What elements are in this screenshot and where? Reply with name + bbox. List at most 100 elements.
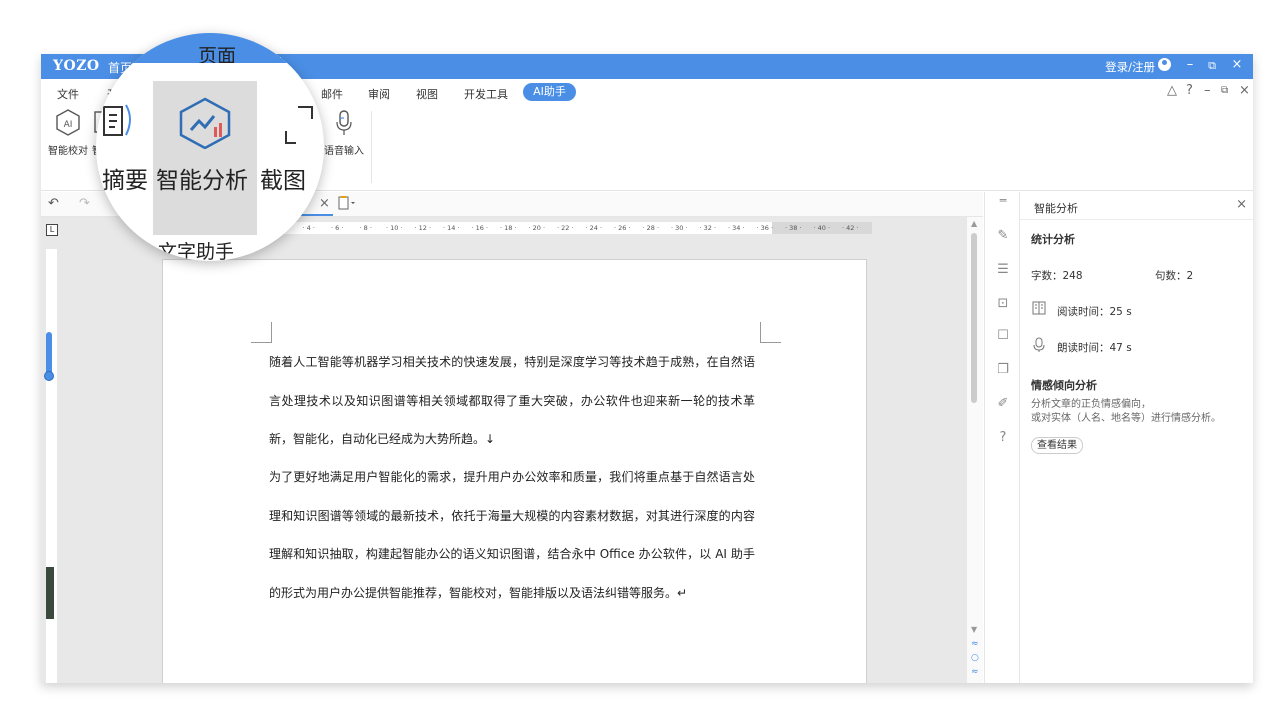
ruler-tick-label: · 8 ·: [359, 224, 372, 232]
book-icon: [1032, 301, 1046, 318]
panel-header: 智能分析 ×: [1020, 192, 1253, 220]
ruler-tick-label: · 36 ·: [756, 224, 774, 232]
ruler-tick-label: · 32 ·: [699, 224, 717, 232]
smart-analysis-panel: 智能分析 × 统计分析 字数：248 句数：2 阅读时间：25 s 朗读时间：4…: [1019, 192, 1253, 683]
ruler-tick-label: · 42 ·: [841, 224, 859, 232]
drag-handle-icon[interactable]: ═: [996, 194, 1010, 207]
help-icon[interactable]: ?: [1186, 83, 1193, 98]
edit-icon[interactable]: ✐: [996, 396, 1010, 411]
reading-time: 阅读时间：25 s: [1057, 306, 1132, 318]
stats-section-title: 统计分析: [1031, 233, 1075, 246]
sentiment-section-title: 情感倾向分析: [1031, 379, 1097, 392]
tab-stop-selector[interactable]: L: [46, 224, 58, 236]
ruler-tick-label: · 10 ·: [385, 224, 403, 232]
menu-view[interactable]: 视图: [416, 86, 438, 102]
paragraph[interactable]: 随着人工智能等机器学习相关技术的快速发展，特别是深度学习等技术趋于成熟，在自然语…: [269, 343, 755, 459]
doc-tab-close-icon[interactable]: ×: [319, 196, 330, 211]
close-button[interactable]: ×: [1229, 57, 1245, 72]
screenshot-icon: [285, 106, 313, 144]
voice-input-label: 语音输入: [324, 146, 364, 157]
menu-developer[interactable]: 开发工具: [464, 86, 508, 102]
side-toolbar: ═ ✎ ☰ ⊡ ☐ ❐ ✐ ?: [984, 192, 1020, 683]
ruler-tick-label: · 16 ·: [471, 224, 489, 232]
restore-button[interactable]: ⧉: [1204, 59, 1220, 73]
ruler-tick-label: · 22 ·: [556, 224, 574, 232]
scroll-thumb[interactable]: [971, 233, 977, 403]
settings-sliders-icon[interactable]: ☰: [996, 262, 1010, 277]
login-link[interactable]: 登录/注册: [1105, 59, 1155, 75]
magnifier-menu-strip: [96, 63, 324, 83]
ruler-tick-label: · 40 ·: [813, 224, 831, 232]
ruler-tick-label: · 14 ·: [442, 224, 460, 232]
smart-analysis-label: 智能分析: [156, 168, 248, 194]
browse-object-icon[interactable]: ○: [971, 653, 979, 663]
vertical-ruler[interactable]: [44, 249, 57, 683]
hand-icon[interactable]: ☐: [996, 328, 1010, 343]
speaking-time: 朗读时间：47 s: [1057, 342, 1132, 354]
menu-ai-assistant[interactable]: AI助手: [523, 83, 576, 101]
panel-close-icon[interactable]: ×: [1236, 197, 1247, 212]
zoom-slider[interactable]: [44, 332, 54, 381]
new-document-icon[interactable]: [338, 196, 356, 213]
ruler-tick-label: · 28 ·: [642, 224, 660, 232]
ruler-tick-label: · 38 ·: [784, 224, 802, 232]
microphone-icon: [336, 110, 352, 135]
sentiment-description-1: 分析文章的正负情感偏向，: [1031, 399, 1151, 410]
ruler-tick-label: · 34 ·: [727, 224, 745, 232]
screenshot-label: 截图: [260, 168, 306, 194]
magnifier-callout: 页面 摘要 智能分析 截图 文字助手: [96, 33, 324, 261]
document-page[interactable]: 随着人工智能等机器学习相关技术的快速发展，特别是深度学习等技术趋于成熟，在自然语…: [162, 259, 867, 683]
view-result-button[interactable]: 查看结果: [1031, 437, 1083, 454]
help-circle-icon[interactable]: ?: [996, 430, 1010, 445]
vertical-ruler-marker: [46, 567, 54, 619]
word-count: 字数：248: [1031, 270, 1083, 282]
next-page-icon[interactable]: ≈: [971, 667, 979, 677]
redo-icon[interactable]: ↷: [79, 196, 90, 211]
copy-icon[interactable]: ❐: [996, 362, 1010, 377]
collapse-ribbon-icon[interactable]: △: [1167, 83, 1177, 98]
voice-input-button[interactable]: 语音输入: [317, 108, 371, 168]
pen-icon[interactable]: ✎: [996, 228, 1010, 243]
svg-text:AI: AI: [64, 120, 73, 130]
vertical-scrollbar[interactable]: ▲ ▼ ≈ ○ ≈: [967, 217, 983, 683]
ruler-tick-label: · 6 ·: [331, 224, 344, 232]
doc-restore-icon[interactable]: ⧉: [1221, 85, 1228, 96]
paragraph[interactable]: 为了更好地满足用户智能化的需求，提升用户办公效率和质量，我们将重点基于自然语言处…: [269, 458, 755, 612]
ruler-ticks: · 2 ·· 4 ·· 6 ·· 8 ·· 10 ·· 12 ·· 14 ·· …: [266, 224, 865, 232]
menu-mail[interactable]: 邮件: [321, 86, 343, 102]
scroll-down-icon[interactable]: ▼: [971, 625, 977, 634]
prev-page-icon[interactable]: ≈: [971, 639, 979, 649]
doc-minimize-icon[interactable]: –: [1204, 83, 1211, 98]
margin-corner-right: [760, 322, 781, 343]
document-area: L · 2 ·· 4 ·· 6 ·· 8 ·· 10 ·· 12 ·· 14 ·…: [41, 217, 983, 683]
smart-analysis-icon: [179, 97, 231, 149]
magnifier-tabbar: 页面: [96, 33, 324, 67]
microphone-small-icon: [1032, 337, 1046, 356]
scroll-up-icon[interactable]: ▲: [971, 219, 977, 228]
ribbon-divider: [371, 111, 372, 183]
doc-close-icon[interactable]: ×: [1239, 83, 1250, 98]
ai-proofread-icon: AI: [56, 109, 80, 136]
summary-label: 摘要: [102, 168, 148, 194]
panel-title: 智能分析: [1034, 202, 1078, 215]
summary-icon: [103, 104, 131, 136]
app-logo: YOZO: [53, 58, 100, 74]
ruler-tick-label: · 24 ·: [585, 224, 603, 232]
ruler-tick-label: · 30 ·: [670, 224, 688, 232]
ruler-tick-label: · 18 ·: [499, 224, 517, 232]
sentence-count: 句数：2: [1155, 270, 1194, 282]
sentiment-description-2: 或对实体（人名、地名等）进行情感分析。: [1031, 413, 1221, 424]
margin-corner-left: [251, 322, 272, 343]
minimize-button[interactable]: –: [1182, 57, 1198, 72]
menu-review[interactable]: 审阅: [368, 86, 390, 102]
user-icon[interactable]: [1158, 58, 1171, 71]
ruler-tick-label: · 20 ·: [528, 224, 546, 232]
ruler-tick-label: · 12 ·: [414, 224, 432, 232]
ruler-tick-label: · 4 ·: [302, 224, 315, 232]
undo-icon[interactable]: ↶: [48, 196, 59, 211]
menu-file[interactable]: 文件: [57, 86, 79, 102]
horizontal-ruler[interactable]: · 2 ·· 4 ·· 6 ·· 8 ·· 10 ·· 12 ·· 14 ·· …: [266, 222, 872, 234]
lock-icon[interactable]: ⊡: [996, 296, 1010, 311]
ruler-tick-label: · 26 ·: [613, 224, 631, 232]
text-assistant-label: 文字助手: [158, 241, 235, 261]
